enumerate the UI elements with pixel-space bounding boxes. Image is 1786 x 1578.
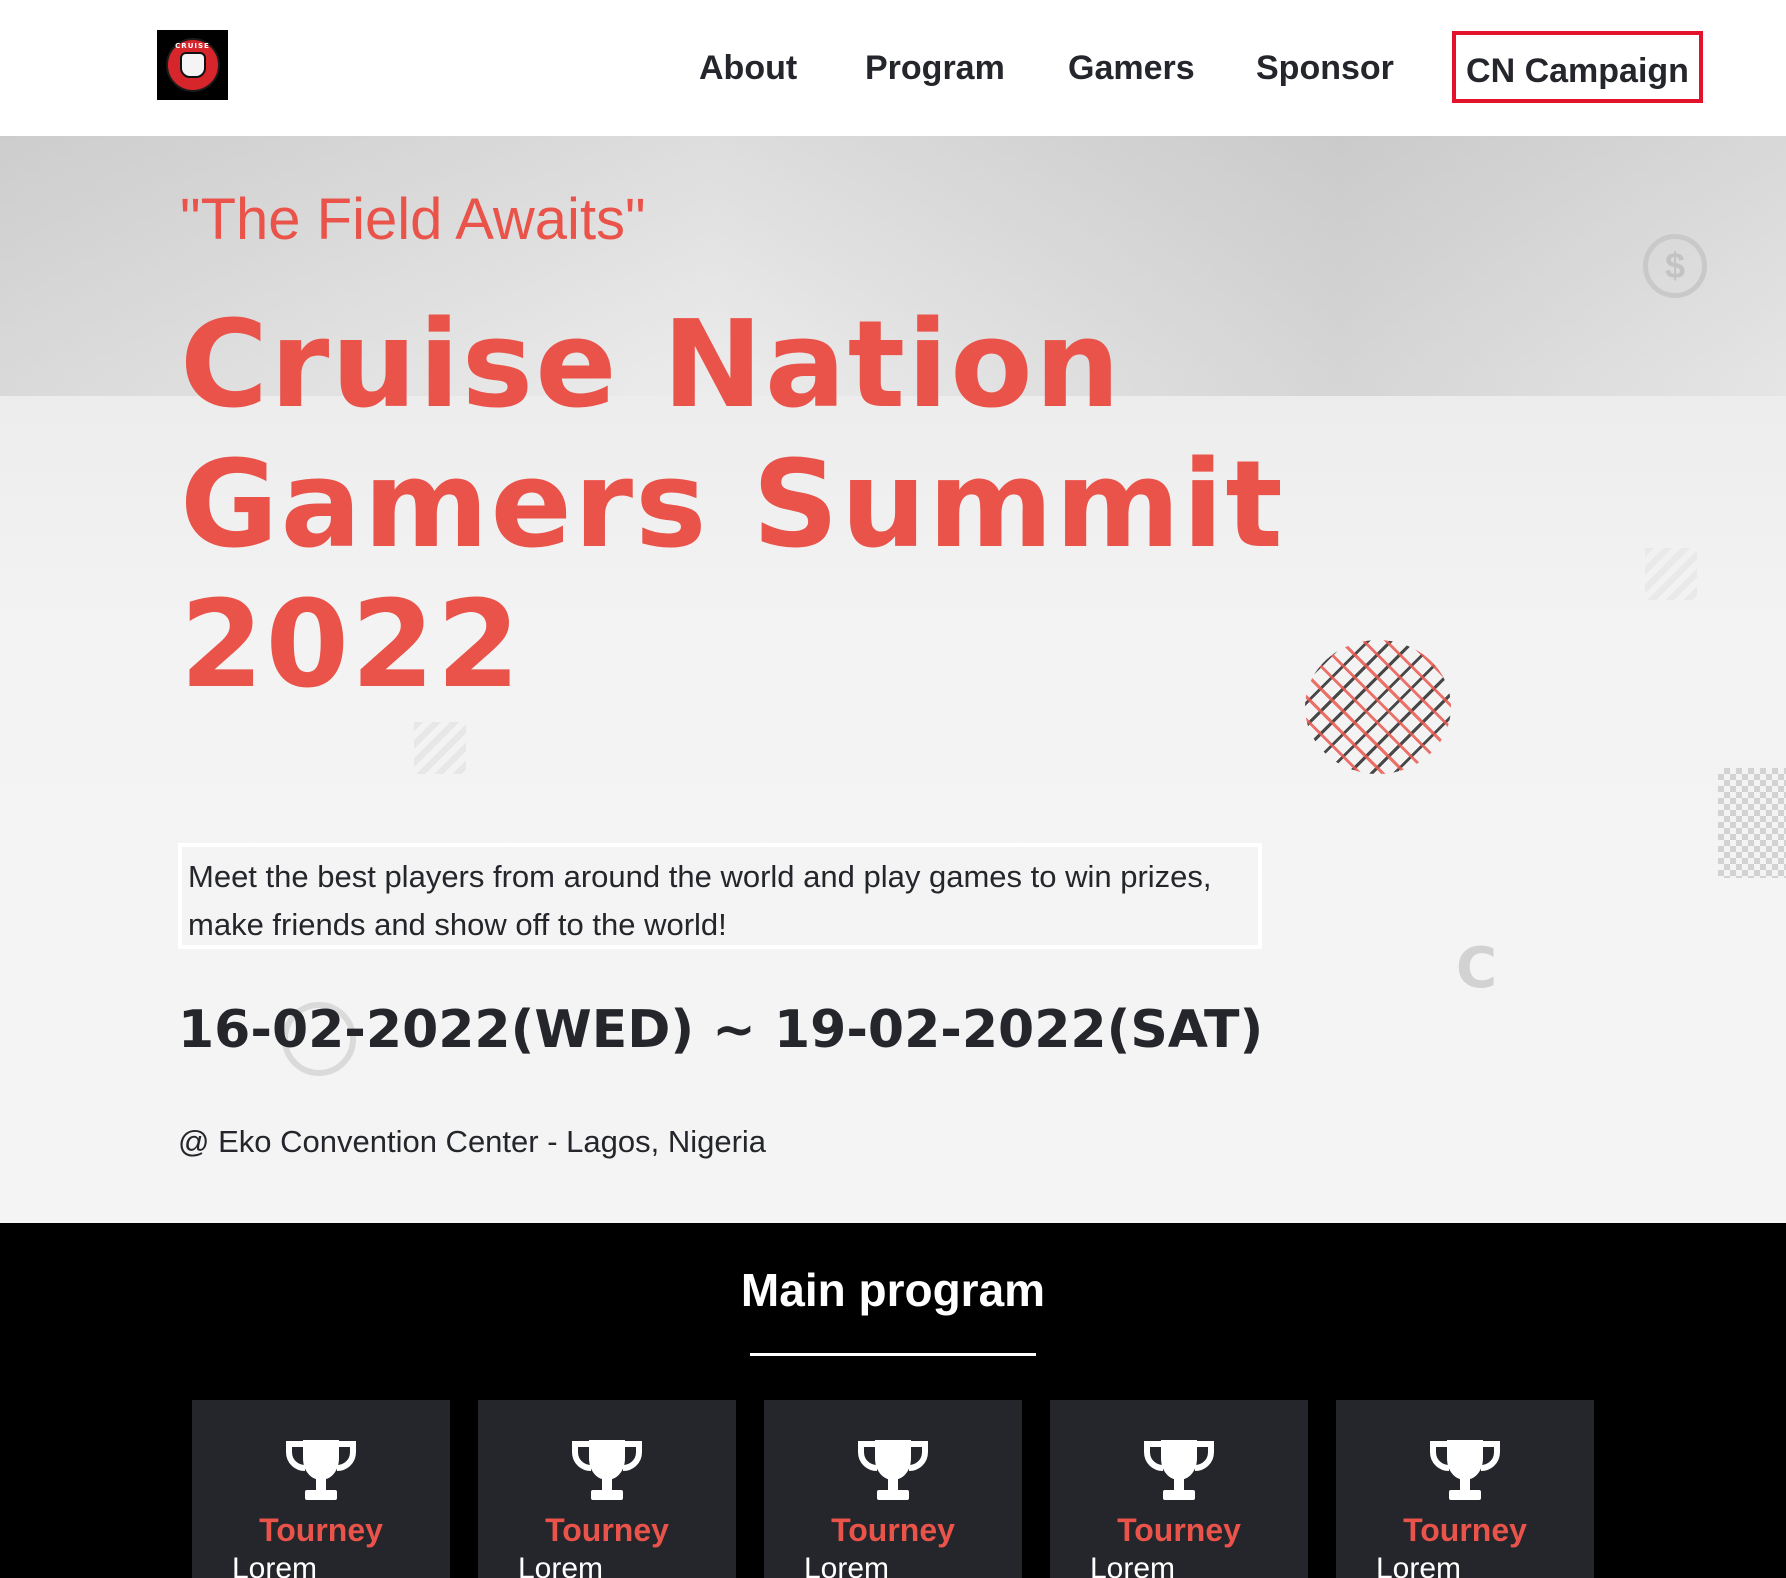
pattern-circle-decoration — [1305, 640, 1451, 774]
letter-c-decoration: C — [1456, 936, 1498, 1001]
pixel-steps-decoration — [414, 722, 466, 774]
card-title: Tourney — [545, 1512, 669, 1548]
nav-program-link[interactable]: Program — [865, 46, 1005, 90]
hero-title: Cruise Nation Gamers Summit 2022 — [180, 296, 1320, 716]
program-card[interactable]: Tourney Lorem — [1336, 1400, 1594, 1578]
card-title: Tourney — [259, 1512, 383, 1548]
hero-title-line: 2022 — [180, 576, 522, 715]
nav-gamers-link[interactable]: Gamers — [1068, 46, 1195, 90]
program-card[interactable]: Tourney Lorem — [764, 1400, 1022, 1578]
trophy-icon — [286, 1440, 356, 1500]
card-title: Tourney — [1403, 1512, 1527, 1548]
nav-sponsor-link[interactable]: Sponsor — [1256, 46, 1394, 90]
card-title: Tourney — [1117, 1512, 1241, 1548]
card-text: Lorem — [804, 1552, 890, 1578]
checker-decoration — [1718, 768, 1786, 878]
site-header: CRUISE About Program Gamers Sponsor CN C… — [0, 0, 1786, 136]
program-cards: Tourney Lorem Tourney Lorem Tourney Lore… — [0, 1400, 1786, 1578]
program-card[interactable]: Tourney Lorem — [192, 1400, 450, 1578]
dollar-coin-icon: $ — [1643, 234, 1707, 298]
trophy-icon — [1144, 1440, 1214, 1500]
main-program-section: Main program Tourney Lorem Tourney Lorem… — [0, 1223, 1786, 1578]
section-divider — [750, 1353, 1036, 1356]
program-card[interactable]: Tourney Lorem — [478, 1400, 736, 1578]
main-nav: About Program Gamers Sponsor CN Campaign — [0, 0, 1786, 136]
trophy-icon — [572, 1440, 642, 1500]
pixel-steps-decoration — [1645, 548, 1697, 600]
nav-cn-campaign-link[interactable]: CN Campaign — [1452, 31, 1703, 103]
card-text: Lorem — [232, 1552, 318, 1578]
section-title: Main program — [740, 1264, 1046, 1316]
card-title: Tourney — [831, 1512, 955, 1548]
card-text: Lorem — [518, 1552, 604, 1578]
event-dates: 16-02-2022(WED) ~ 19-02-2022(SAT) — [178, 1000, 1264, 1060]
card-text: Lorem — [1090, 1552, 1176, 1578]
trophy-icon — [858, 1440, 928, 1500]
nav-about-link[interactable]: About — [699, 46, 797, 90]
hero-tagline: "The Field Awaits" — [180, 187, 646, 252]
event-venue: @ Eko Convention Center - Lagos, Nigeria — [178, 1124, 767, 1159]
hero-title-line: Cruise Nation — [180, 296, 1123, 435]
hero-description: Meet the best players from around the wo… — [178, 843, 1262, 949]
hero-title-line: Gamers Summit — [180, 436, 1285, 575]
trophy-icon — [1430, 1440, 1500, 1500]
hero-section: $ C "The Field Awaits" Cruise Nation Gam… — [0, 136, 1786, 1223]
card-text: Lorem — [1376, 1552, 1462, 1578]
program-card[interactable]: Tourney Lorem — [1050, 1400, 1308, 1578]
